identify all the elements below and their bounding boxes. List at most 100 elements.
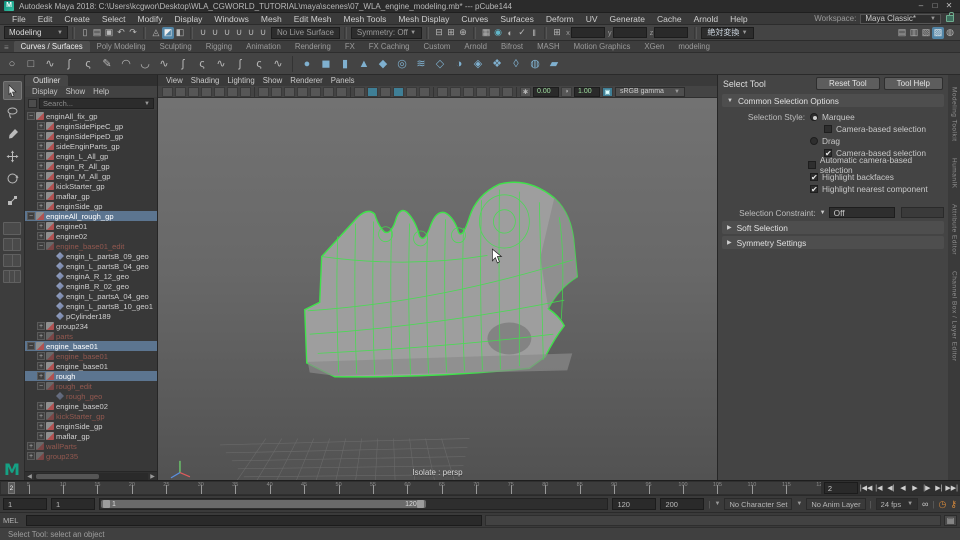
shelf-tab-rigging[interactable]: Rigging [199,41,239,52]
go-to-start-button[interactable]: |◀◀ [860,483,873,494]
outliner-item[interactable]: + engin_L_All_gp [25,151,157,161]
outliner-item[interactable]: enginB_R_02_geo [25,281,157,291]
command-input[interactable] [26,514,482,526]
shelf-tab-bifrost[interactable]: Bifrost [494,41,530,52]
outliner-item[interactable]: + engine_base02 [25,401,157,411]
outliner-tab[interactable]: Outliner [25,75,69,86]
outliner-item[interactable]: engin_L_partsA_04_geo [25,291,157,301]
snap-point-icon[interactable]: ∪ [221,27,233,39]
coord-field-z[interactable] [654,27,689,38]
command-line-label[interactable]: MEL [3,516,23,525]
outliner-hscrollbar[interactable]: ◀ ▶ [25,471,157,480]
exposure-field[interactable]: 0.00 [533,86,559,97]
bezier-curve-tool-icon[interactable]: ς [80,56,96,72]
modeling-toolkit-icon[interactable]: ◍ [944,27,956,39]
symmetry-select[interactable]: Symmetry: Off ▼ [350,26,423,39]
color-space-select[interactable]: sRGB gamma ▼ [615,86,685,97]
common-selection-options-header[interactable]: ▼ Common Selection Options [722,94,944,107]
expand-toggle[interactable]: + [27,452,35,460]
construction-history-icon[interactable]: ⊕ [457,27,469,39]
menu-modify[interactable]: Modify [132,14,169,24]
outliner-item[interactable]: + kickStarter_gp [25,181,157,191]
workspace-lock-icon[interactable] [946,12,954,22]
outliner-item[interactable]: + engine_base01 [25,351,157,361]
film-gate-icon[interactable] [271,86,282,97]
attach-curves-icon[interactable]: ∿ [156,56,172,72]
pause-viewport-icon[interactable]: ‖ [528,27,540,39]
workspace-select[interactable]: Maya Classic* ▼ [860,13,941,24]
shelf-tab-rendering[interactable]: Rendering [288,41,338,52]
select-camera-icon[interactable] [162,86,173,97]
render-view-icon[interactable]: ▦ [480,27,492,39]
animation-start-field[interactable]: 1 [3,498,47,510]
two-point-arc-icon[interactable]: ◡ [137,56,153,72]
snap-projected-center-icon[interactable]: ∪ [233,27,245,39]
outliner-item[interactable]: − engine_base01_edit [25,241,157,251]
outliner-item[interactable]: + group234 [25,321,157,331]
outliner-item[interactable]: − rough_edit [25,381,157,391]
outliner-item[interactable]: + engin_R_All_gp [25,161,157,171]
menu-mesh[interactable]: Mesh [255,14,288,24]
menu-edit[interactable]: Edit [32,14,59,24]
menu-generate[interactable]: Generate [604,14,651,24]
expand-toggle[interactable]: + [37,372,45,380]
expand-toggle[interactable]: + [37,202,45,210]
render-settings-icon[interactable]: ✓ [516,27,528,39]
tool-settings-icon[interactable]: ▧ [920,27,932,39]
make-live-icon[interactable]: ∪ [257,27,269,39]
isolate-select-icon[interactable] [463,86,474,97]
rotate-tool[interactable] [3,169,22,188]
new-scene-icon[interactable]: ▯ [79,27,91,39]
character-set-select[interactable]: No Character Set [724,498,793,510]
sidebar-tab-channel-box-layer-editor[interactable]: Channel Box / Layer Editor [951,271,958,362]
expand-toggle[interactable]: + [37,152,45,160]
next-frame-button[interactable]: |▶ [921,483,932,494]
expand-toggle[interactable]: + [37,132,45,140]
expand-toggle[interactable]: + [37,432,45,440]
outliner-item[interactable]: + enginSidePipeD_gp [25,131,157,141]
expand-toggle[interactable]: + [37,182,45,190]
move-tool[interactable] [3,147,22,166]
shelf-tab-arnold[interactable]: Arnold [457,41,494,52]
outliner-item[interactable]: enginA_R_12_geo [25,271,157,281]
maximize-button[interactable]: □ [928,1,942,11]
sidebar-tab-humanik[interactable]: HumanIK [951,158,958,189]
outliner-item[interactable]: − enginAll_fix_gp [25,111,157,121]
layout-four-pane[interactable] [3,238,21,251]
revolve-icon[interactable]: ◑ [451,56,467,72]
auto-key-icon[interactable]: ⚷ [950,499,957,510]
go-to-end-button[interactable]: ▶▶| [945,483,958,494]
render-current-frame-icon[interactable]: ◉ [492,27,504,39]
menu-file[interactable]: File [6,14,32,24]
shelf-tab-sculpting[interactable]: Sculpting [153,41,199,52]
range-end-handle[interactable] [416,500,424,508]
outliner-item[interactable]: + enginSide_gp [25,201,157,211]
anim-layer-select[interactable]: No Anim Layer [806,498,866,510]
layout-hypershade-persp[interactable] [3,270,21,283]
reset-tool-button[interactable]: Reset Tool [815,77,880,90]
expand-toggle[interactable]: + [37,362,45,370]
grid-coord-icon[interactable]: ⊞ [551,27,563,39]
script-editor-icon[interactable]: ▤ [944,514,957,526]
nurbs-cylinder-icon[interactable]: ▮ [337,56,353,72]
wireframe-mode-icon[interactable] [354,86,365,97]
resolution-gate-icon[interactable] [284,86,295,97]
menu-mesh-tools[interactable]: Mesh Tools [338,14,393,24]
minimize-button[interactable]: – [914,1,928,11]
outliner-search-input[interactable]: Search... ▼ [39,98,154,109]
constraint-menu-icon[interactable]: ▼ [820,210,826,216]
expand-toggle[interactable]: + [37,222,45,230]
outliner-item[interactable]: + parts [25,331,157,341]
outliner-item[interactable]: engin_L_partsB_09_geo [25,251,157,261]
shelf-tab-mash[interactable]: MASH [530,41,567,52]
viewport-menu-panels[interactable]: Panels [328,75,358,86]
timeline-track[interactable]: 5 10 15 20 25 30 35 40 45 50 55 60 65 70 75 80 85 90 95 100… [1,482,821,494]
range-bar[interactable]: 1 120 [101,500,426,508]
three-point-arc-icon[interactable]: ◠ [118,56,134,72]
outliner-menu-display[interactable]: Display [29,86,61,97]
menu-deform[interactable]: Deform [540,14,580,24]
expand-toggle[interactable]: + [37,162,45,170]
exposure-icon[interactable] [502,86,513,97]
timeline-playhead[interactable]: 2 [7,482,15,494]
shelf-tab-custom[interactable]: Custom [417,41,458,52]
